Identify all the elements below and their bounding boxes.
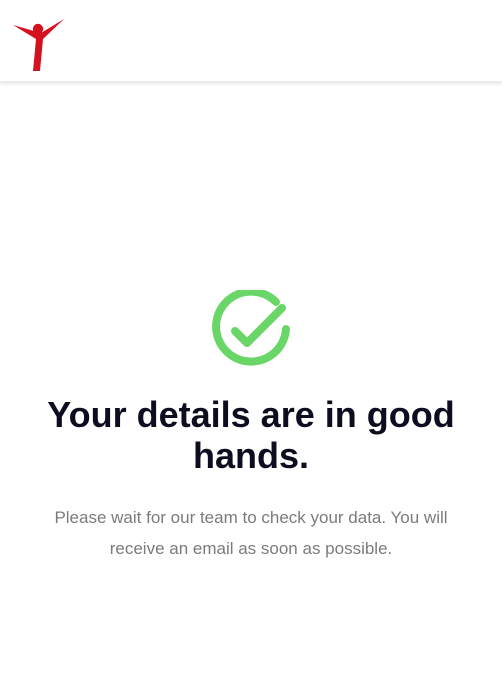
person-raising-arms-icon[interactable] — [12, 18, 66, 72]
check-circle-icon — [212, 290, 290, 366]
page-title: Your details are in good hands. — [47, 394, 455, 476]
app-header — [0, 0, 502, 82]
status-message: Please wait for our team to check your d… — [54, 508, 448, 558]
confirmation-content: Your details are in good hands. Please w… — [0, 82, 502, 680]
